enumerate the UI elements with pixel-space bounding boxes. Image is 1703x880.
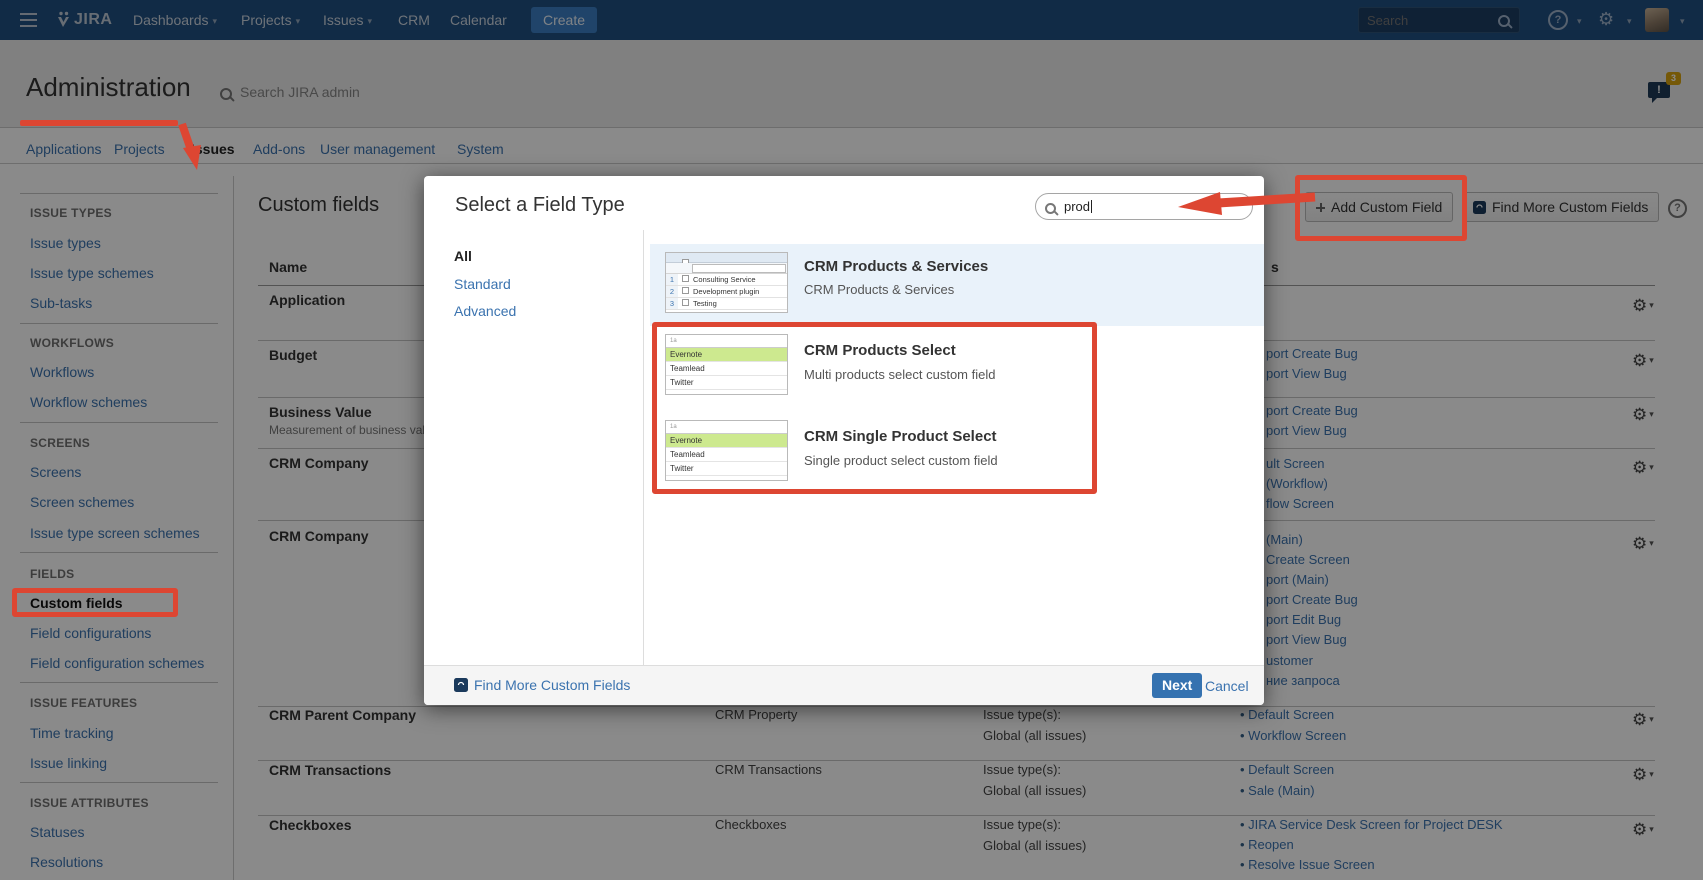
field-type-thumbnail: 1Consulting Service 2Development plugin … — [665, 252, 788, 313]
filter-advanced[interactable]: Advanced — [454, 303, 516, 319]
dialog-footer: Find More Custom Fields Next Cancel — [424, 665, 1264, 705]
filter-all[interactable]: All — [454, 248, 472, 264]
search-icon — [1045, 201, 1056, 219]
find-more-custom-fields-link[interactable]: Find More Custom Fields — [474, 677, 630, 693]
next-button[interactable]: Next — [1152, 673, 1202, 698]
cancel-button[interactable]: Cancel — [1205, 678, 1249, 694]
marketplace-icon — [454, 678, 468, 697]
annotation-underline-administration — [20, 120, 178, 126]
dialog-title: Select a Field Type — [455, 194, 625, 217]
field-type-search-input[interactable]: prod — [1035, 193, 1253, 220]
field-type-title[interactable]: CRM Products & Services — [804, 258, 988, 275]
jira-admin-page: JIRA Dashboards▾ Projects▾ Issues▾ CRM C… — [0, 0, 1703, 880]
filter-standard[interactable]: Standard — [454, 276, 511, 292]
field-type-description: CRM Products & Services — [804, 282, 954, 297]
modal-nav-divider — [643, 230, 644, 665]
annotation-box-custom-fields — [12, 588, 178, 617]
text-cursor — [1091, 200, 1092, 213]
annotation-box-add-custom-field — [1295, 175, 1467, 241]
annotation-box-product-select-options — [652, 322, 1097, 494]
